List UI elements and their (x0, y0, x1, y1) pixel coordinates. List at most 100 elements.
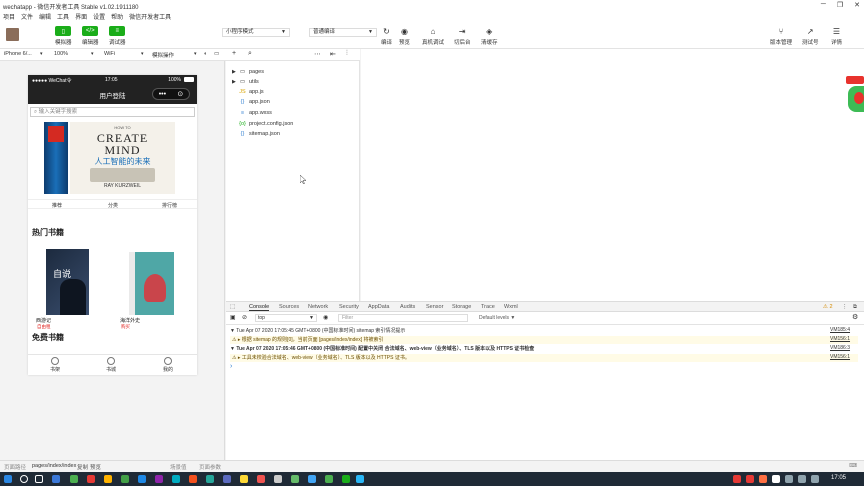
minimize-button[interactable]: ─ (821, 1, 826, 9)
clear-console-icon[interactable]: ⊘ (242, 314, 247, 321)
more-icon[interactable]: ⋯ (314, 50, 321, 58)
operation-select[interactable]: 模拟操作 (152, 51, 174, 59)
tab-console[interactable]: Console (249, 304, 270, 311)
editor-toggle-button[interactable]: </> 编辑器 (82, 26, 99, 46)
app-icon[interactable] (87, 475, 95, 483)
app-icon[interactable] (308, 475, 316, 483)
device-select[interactable]: iPhone 6/... (4, 51, 32, 57)
tray-icon[interactable] (785, 475, 793, 483)
menu-settings[interactable]: 设置 (93, 12, 105, 21)
menu-help[interactable]: 帮助 (111, 12, 123, 21)
gear-icon[interactable]: ⚙ (852, 313, 858, 321)
simulator-toggle-button[interactable]: ▯ 模拟器 (55, 26, 72, 46)
app-icon[interactable] (274, 475, 282, 483)
eye-icon[interactable]: ◉ (323, 314, 328, 321)
app-icon[interactable] (291, 475, 299, 483)
search-icon[interactable] (20, 475, 28, 483)
zoom-select[interactable]: 100% (54, 51, 68, 57)
preview-path-link[interactable]: 预览 (90, 463, 101, 471)
tab-ranking[interactable]: 排行榜 (162, 202, 177, 209)
taskbar-clock[interactable]: 17:05 (831, 475, 846, 481)
app-icon[interactable] (189, 475, 197, 483)
app-icon[interactable] (70, 475, 78, 483)
app-icon[interactable] (155, 475, 163, 483)
scene-value-link[interactable]: 场景值 (170, 463, 187, 471)
menu-tools[interactable]: 工具 (57, 12, 69, 21)
tab-security[interactable]: Security (339, 304, 359, 310)
tray-icon[interactable] (772, 475, 780, 483)
close-circle-icon[interactable]: ⊙ (177, 90, 183, 98)
network-select[interactable]: WiFi (104, 51, 115, 57)
tab-storage[interactable]: Storage (452, 304, 471, 310)
tree-folder-pages[interactable]: ▶ ▭ pages (232, 67, 264, 76)
menu-file[interactable]: 文件 (21, 12, 33, 21)
tree-folder-utils[interactable]: ▶ ▭ utils (232, 77, 259, 86)
banner-carousel[interactable]: HOW TO CREATE MIND 人工智能的未来 RAY KURZWEIL (44, 122, 175, 194)
preview-button[interactable]: ◉ 预览 (399, 27, 410, 46)
app-icon[interactable] (206, 475, 214, 483)
background-button[interactable]: ⇥ 切后台 (454, 27, 471, 46)
close-button[interactable]: ✕ (854, 1, 860, 9)
warning-count-badge[interactable]: ⚠ 2 (823, 304, 833, 310)
source-link[interactable]: VM185:4 (830, 327, 850, 333)
tray-icon[interactable] (746, 475, 754, 483)
compile-button[interactable]: ↻ 编译 (381, 27, 392, 46)
mode-select[interactable]: 小程序模式 ▼ (222, 28, 290, 37)
app-icon[interactable] (223, 475, 231, 483)
book-cover-2[interactable] (129, 252, 174, 315)
sound-icon[interactable]: ◐ (204, 51, 207, 57)
remote-debug-button[interactable]: ⌂ 真机调试 (422, 27, 444, 46)
tab-sources[interactable]: Sources (279, 304, 299, 310)
source-link[interactable]: VM186:3 (830, 345, 850, 351)
phone-simulator[interactable]: ●●●●● WeChat令 17:05 100% 用户登陆 ••• ⊙ ⌕ 输入… (28, 75, 197, 375)
source-link[interactable]: VM156:1 (830, 354, 850, 360)
tab-appdata[interactable]: AppData (368, 304, 389, 310)
tab-trace[interactable]: Trace (481, 304, 495, 310)
popout-icon[interactable]: ▭ (214, 51, 219, 57)
wechat-devtools-icon[interactable] (342, 475, 350, 483)
network-icon[interactable] (798, 475, 806, 483)
windows-start-icon[interactable] (4, 475, 12, 483)
test-account-button[interactable]: ↗ 测试号 (802, 27, 819, 46)
tab-recommend[interactable]: 推荐 (52, 202, 62, 209)
tray-icon[interactable] (733, 475, 741, 483)
page-params-link[interactable]: 页面参数 (199, 463, 221, 471)
app-icon[interactable] (138, 475, 146, 483)
split-icon[interactable]: ⫶ (346, 50, 348, 58)
console-filter-input[interactable]: Filter (338, 314, 468, 322)
tree-file-project-config[interactable]: {o} project.config.json (232, 119, 293, 128)
app-icon[interactable] (356, 475, 364, 483)
tab-sensor[interactable]: Sensor (426, 304, 443, 310)
debugger-toggle-button[interactable]: ≡ 调试器 (109, 26, 126, 46)
tree-file-sitemap[interactable]: {} sitemap.json (232, 129, 280, 138)
editor-area[interactable] (361, 49, 864, 301)
more-dots-icon[interactable]: ••• (159, 91, 166, 98)
tree-file-app-wxss[interactable]: ≡ app.wxss (232, 108, 272, 117)
terminal-icon[interactable]: ⌨ (849, 463, 857, 469)
volume-icon[interactable] (811, 475, 819, 483)
kebab-menu-icon[interactable]: ⋮ (842, 304, 848, 310)
tab-mine[interactable]: 我的 (163, 357, 173, 373)
app-icon[interactable] (121, 475, 129, 483)
compile-select[interactable]: 普通编译 ▼ (309, 28, 377, 37)
clear-cache-button[interactable]: ◈ 清缓存 (481, 27, 498, 46)
task-view-icon[interactable] (35, 475, 43, 483)
tab-wxml[interactable]: Wxml (504, 304, 518, 310)
app-icon[interactable] (104, 475, 112, 483)
tab-bookshelf[interactable]: 书架 (50, 357, 60, 373)
tray-icon[interactable] (759, 475, 767, 483)
source-link[interactable]: VM156:1 (830, 336, 850, 342)
tree-file-app-js[interactable]: JS app.js (232, 87, 263, 96)
collapse-icon[interactable]: ⇤ (330, 50, 336, 58)
menu-view[interactable]: 界面 (75, 12, 87, 21)
inspect-icon[interactable]: ⬚ (230, 304, 235, 310)
menu-devtools[interactable]: 微信开发者工具 (129, 12, 171, 21)
copy-path-link[interactable]: 复制 (77, 463, 88, 471)
tab-category[interactable]: 分类 (108, 202, 118, 209)
search-icon[interactable]: ⌕ (248, 50, 252, 58)
app-icon[interactable] (240, 475, 248, 483)
sidebar-toggle-icon[interactable]: ▣ (230, 314, 236, 321)
log-level-select[interactable]: Default levels ▼ (479, 315, 515, 321)
context-select[interactable]: top ▼ (255, 314, 317, 322)
menu-project[interactable]: 项目 (3, 12, 15, 21)
